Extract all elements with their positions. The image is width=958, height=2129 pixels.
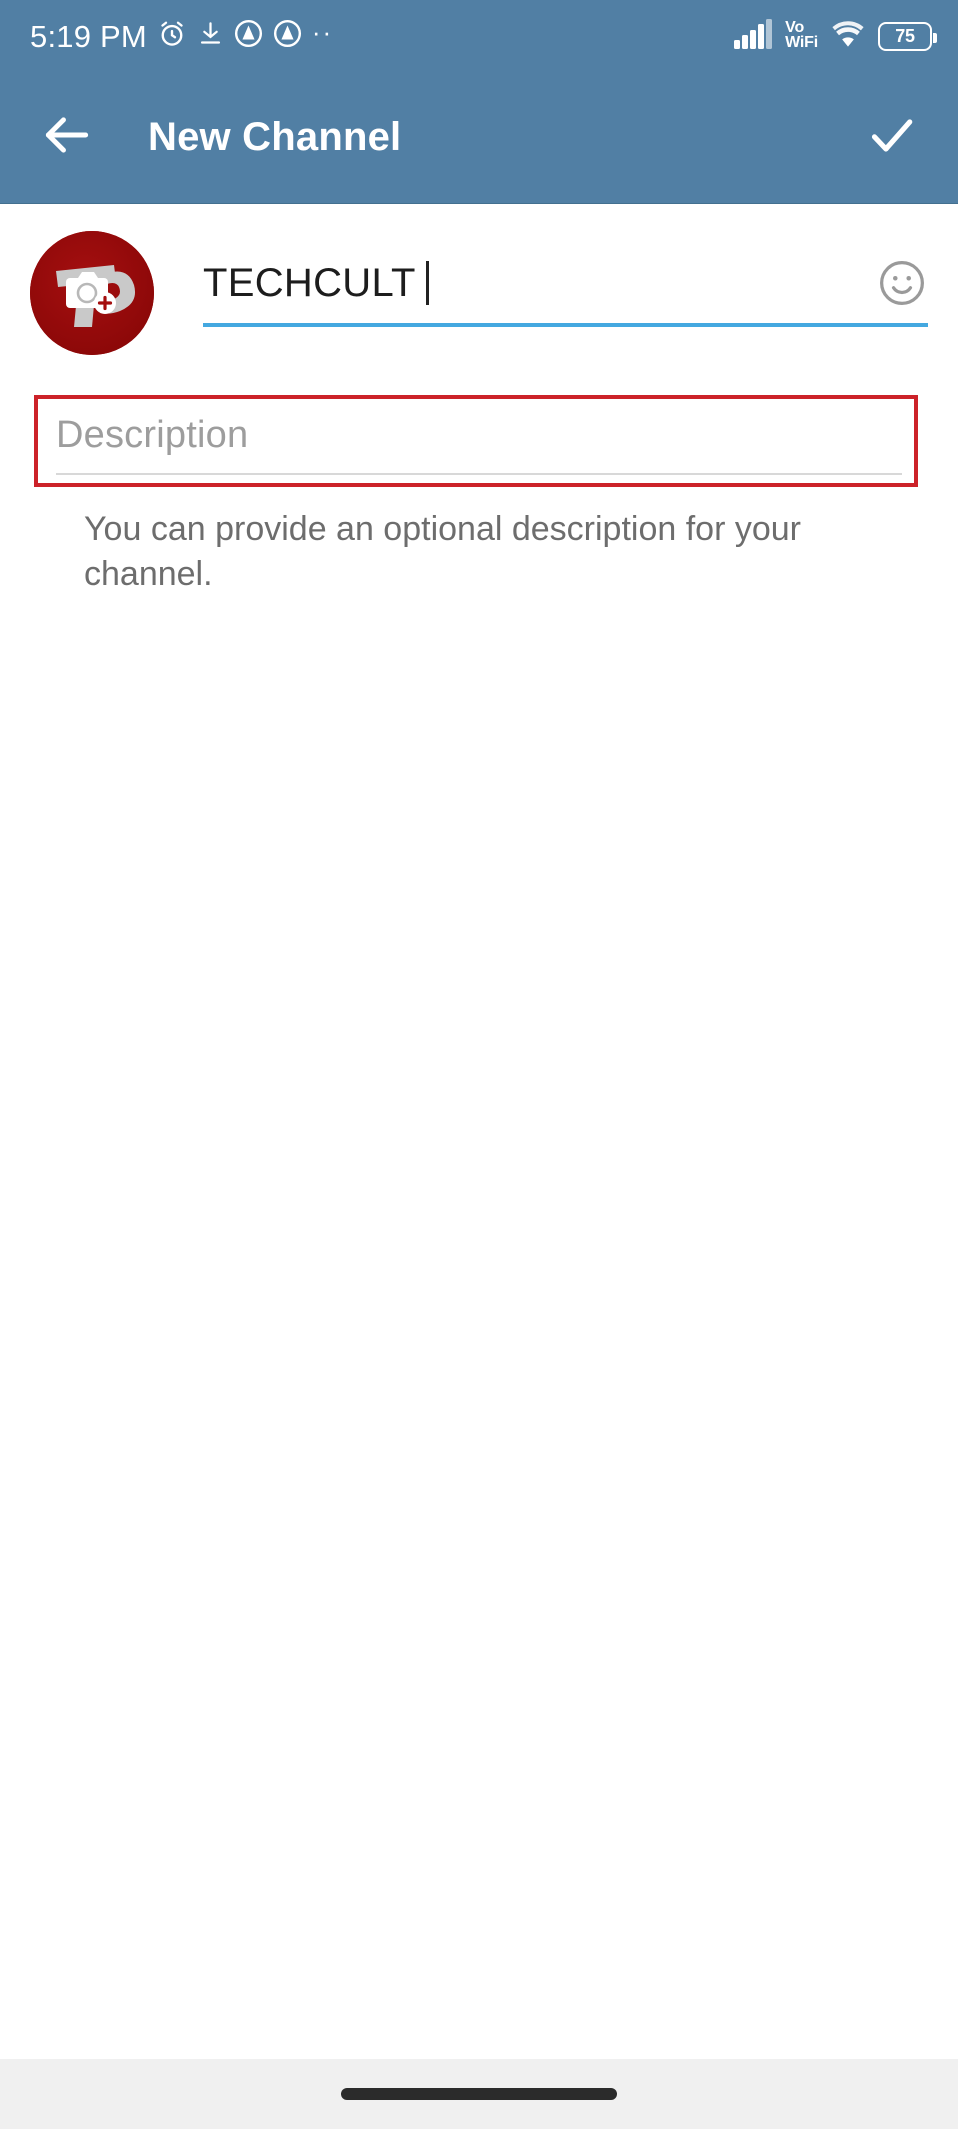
channel-name-underline [203,323,928,327]
more-dots-icon: ·· [311,17,334,47]
channel-name-field-wrap: TECHCULT [203,231,928,327]
channel-name-row: TECHCULT [0,204,958,355]
page-title: New Channel [148,115,402,159]
status-bar-right: Vo WiFi 75 [734,18,937,54]
arrow-left-icon [39,107,95,168]
status-bar-clock: 5:19 PM [30,18,147,54]
signal-bars-icon [734,18,774,54]
channel-avatar-button[interactable] [30,231,154,355]
vowifi-label-wifi: WiFi [785,34,818,51]
wifi-icon [829,19,867,54]
vowifi-icon: Vo WiFi [785,20,818,51]
check-icon [864,107,920,168]
description-block: Description You can provide an optional … [0,395,958,597]
description-placeholder: Description [56,414,249,456]
battery-icon: 75 [878,21,937,51]
system-navigation-bar [0,2059,958,2129]
app-root: 5:19 PM ·· Vo WiFi 75 New Channel TECHCU… [0,0,958,2129]
text-cursor [425,261,429,305]
alarm-icon [157,19,187,54]
description-helper-text: You can provide an optional description … [84,509,801,593]
back-button[interactable] [30,101,104,175]
app-badge-icon [234,19,263,53]
home-gesture-pill[interactable] [341,2088,617,2100]
done-button[interactable] [856,102,928,174]
description-input[interactable]: Description [30,407,928,475]
status-bar-left: 5:19 PM ·· [30,19,333,54]
channel-name-value: TECHCULT [203,261,416,305]
camera-add-icon [66,272,116,314]
channel-name-input[interactable]: TECHCULT [203,253,928,313]
status-bar: 5:19 PM ·· Vo WiFi 75 [0,0,958,72]
app-bar: New Channel [0,72,958,204]
form-content: TECHCULT Description You can provide an … [0,204,958,2059]
description-underline [56,472,902,475]
app-badge-icon [273,19,302,53]
smiley-icon [876,261,928,313]
download-icon [197,20,224,52]
emoji-button[interactable] [876,257,928,309]
battery-level-label: 75 [895,25,915,46]
